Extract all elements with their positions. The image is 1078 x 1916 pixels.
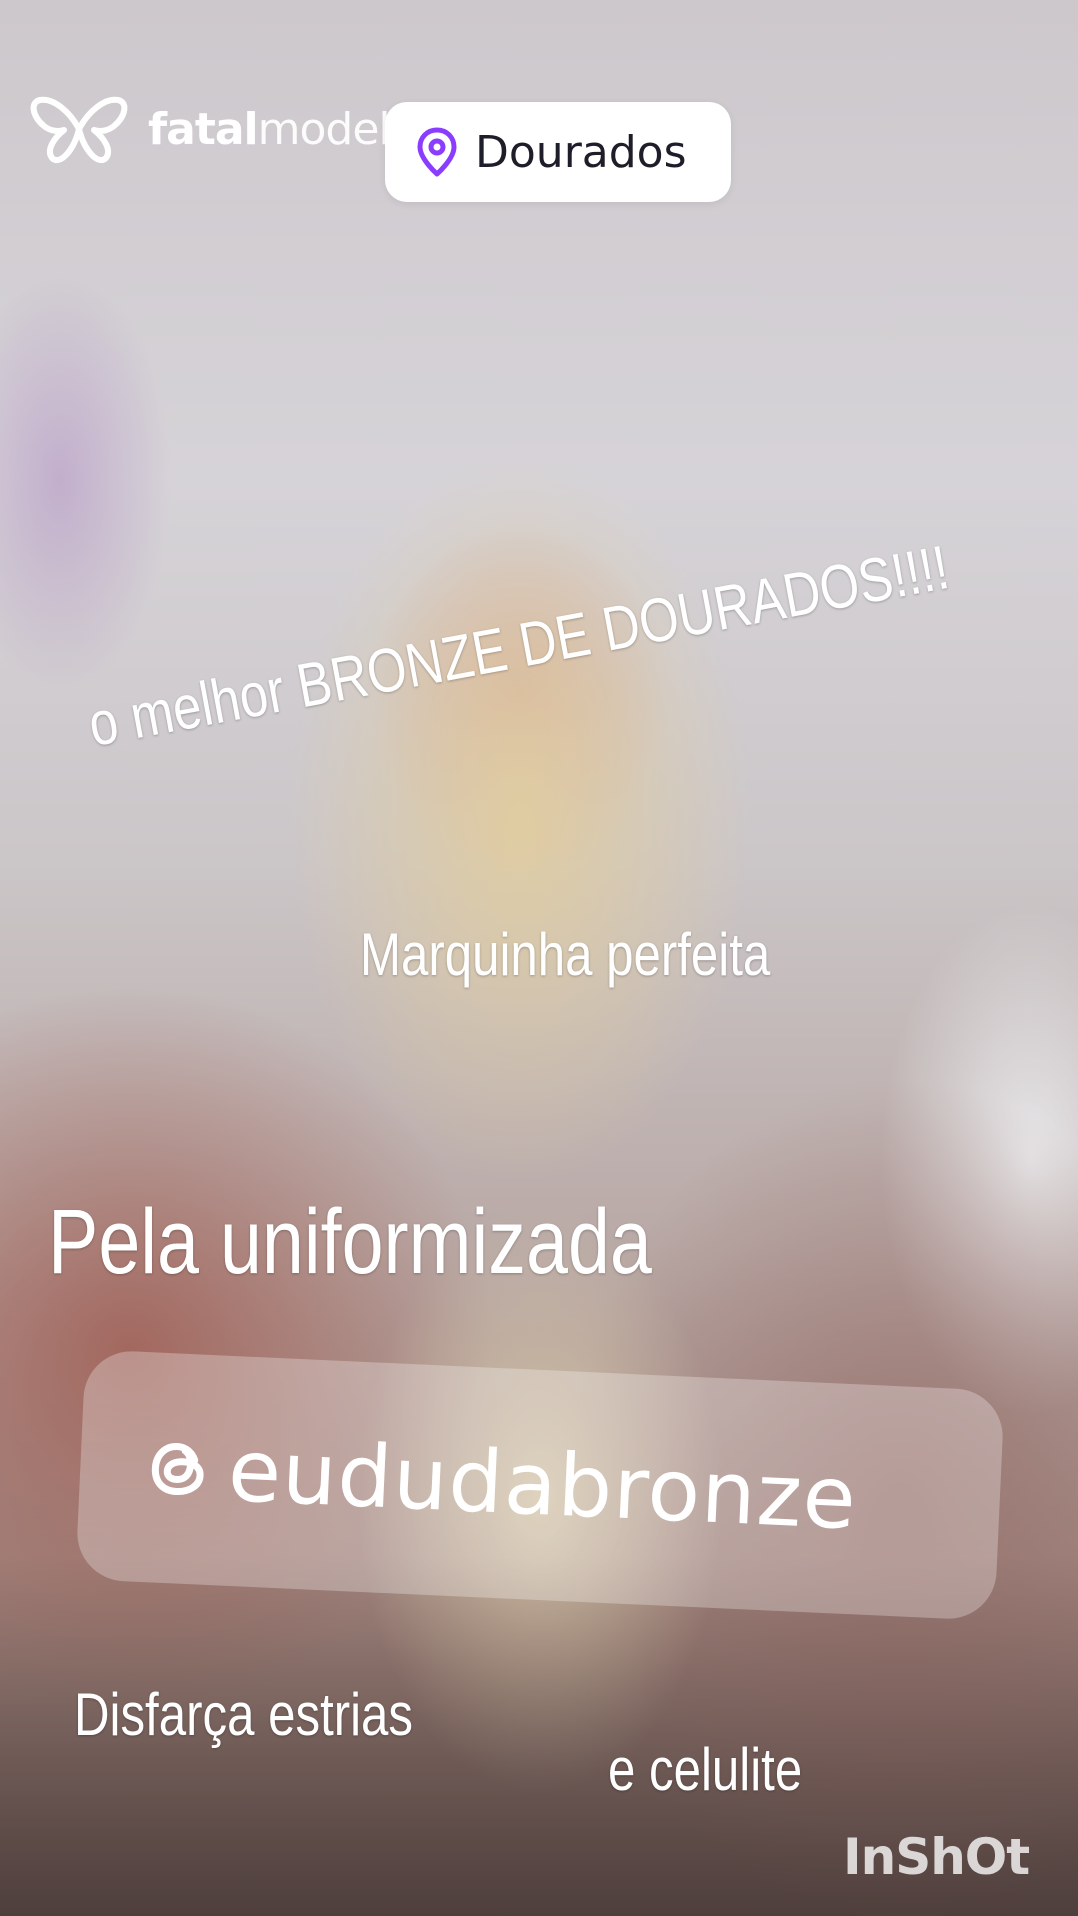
brand-name-bold: fatal [148,103,259,155]
inshot-watermark: InShOt [843,1828,1030,1886]
brand-name: fatalmodel [148,103,391,155]
social-handle: eududabronze [226,1420,859,1550]
threads-icon [151,1443,204,1496]
brand-header: fatalmodel [30,94,391,164]
social-handle-sticker: eududabronze [75,1349,1005,1621]
caption-disfarca: Disfarça estrias [74,1681,414,1748]
map-pin-icon [417,127,457,177]
butterfly-logo-icon [30,96,128,163]
caption-pela: Pela uniformizada [48,1191,652,1293]
caption-marquinha: Marquinha perfeita [360,921,771,988]
location-label: Dourados [475,126,687,178]
caption-celulite: e celulite [608,1736,803,1803]
location-sticker: Dourados [385,102,731,202]
brand-name-light: model [257,103,391,155]
